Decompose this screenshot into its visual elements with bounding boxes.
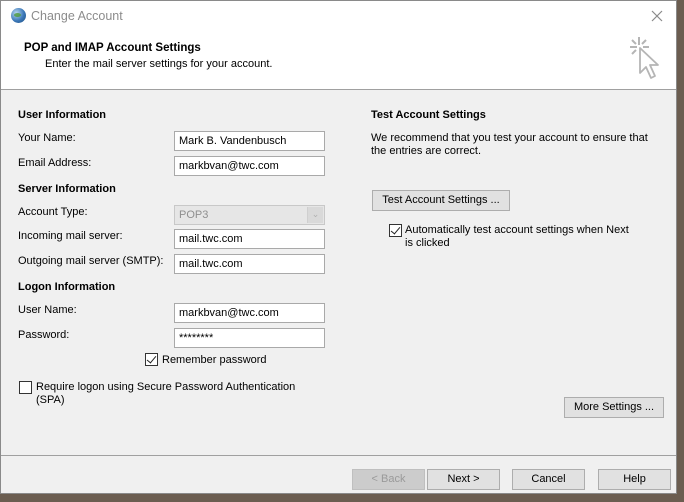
back-button[interactable]: < Back <box>352 469 425 490</box>
wizard-cursor-icon <box>630 37 659 79</box>
remember-password-label: Remember password <box>162 354 267 366</box>
chevron-down-icon: ⌄ <box>307 207 323 223</box>
footer-divider <box>1 455 676 456</box>
more-settings-button[interactable]: More Settings ... <box>564 397 664 418</box>
outgoing-server-label: Outgoing mail server (SMTP): <box>18 255 164 267</box>
test-description-line1: We recommend that you test your account … <box>371 132 648 144</box>
outlook-globe-icon <box>11 8 26 23</box>
auto-test-label-line2: is clicked <box>405 237 450 249</box>
auto-test-label-line1: Automatically test account settings when… <box>405 224 629 236</box>
close-icon <box>651 10 663 22</box>
spa-checkbox[interactable] <box>19 381 32 394</box>
title-bar: Change Account <box>1 1 676 31</box>
outgoing-server-input[interactable]: mail.twc.com <box>174 254 325 274</box>
incoming-server-label: Incoming mail server: <box>18 230 123 242</box>
email-address-label: Email Address: <box>18 157 92 169</box>
incoming-server-input[interactable]: mail.twc.com <box>174 229 325 249</box>
remember-password-checkbox[interactable] <box>145 353 158 366</box>
window-title: Change Account <box>31 9 123 23</box>
user-name-label: User Name: <box>18 304 77 316</box>
account-type-value: POP3 <box>179 209 209 221</box>
change-account-dialog: Change Account POP and IMAP Account Sett… <box>0 0 677 494</box>
wizard-header: POP and IMAP Account Settings Enter the … <box>1 31 676 90</box>
email-address-input[interactable]: markbvan@twc.com <box>174 156 325 176</box>
your-name-input[interactable]: Mark B. Vandenbusch <box>174 131 325 151</box>
user-name-input[interactable]: markbvan@twc.com <box>174 303 325 323</box>
test-account-settings-heading: Test Account Settings <box>371 109 486 121</box>
close-button[interactable] <box>642 3 672 29</box>
spa-label-line2: (SPA) <box>36 394 65 406</box>
page-subtitle: Enter the mail server settings for your … <box>45 58 273 70</box>
spa-label-line1: Require logon using Secure Password Auth… <box>36 381 296 393</box>
account-type-label: Account Type: <box>18 206 88 218</box>
test-account-settings-button[interactable]: Test Account Settings ... <box>372 190 510 211</box>
password-label: Password: <box>18 329 70 341</box>
password-input[interactable]: ******** <box>174 328 325 348</box>
auto-test-checkbox[interactable] <box>389 224 402 237</box>
help-button[interactable]: Help <box>598 469 671 490</box>
test-description-line2: the entries are correct. <box>371 145 482 157</box>
page-title: POP and IMAP Account Settings <box>24 42 201 54</box>
cancel-button[interactable]: Cancel <box>512 469 585 490</box>
account-type-select: POP3 ⌄ <box>174 205 325 225</box>
next-button[interactable]: Next > <box>427 469 500 490</box>
your-name-label: Your Name: <box>18 132 76 144</box>
server-information-heading: Server Information <box>18 183 116 195</box>
logon-information-heading: Logon Information <box>18 281 116 293</box>
user-information-heading: User Information <box>18 109 107 121</box>
